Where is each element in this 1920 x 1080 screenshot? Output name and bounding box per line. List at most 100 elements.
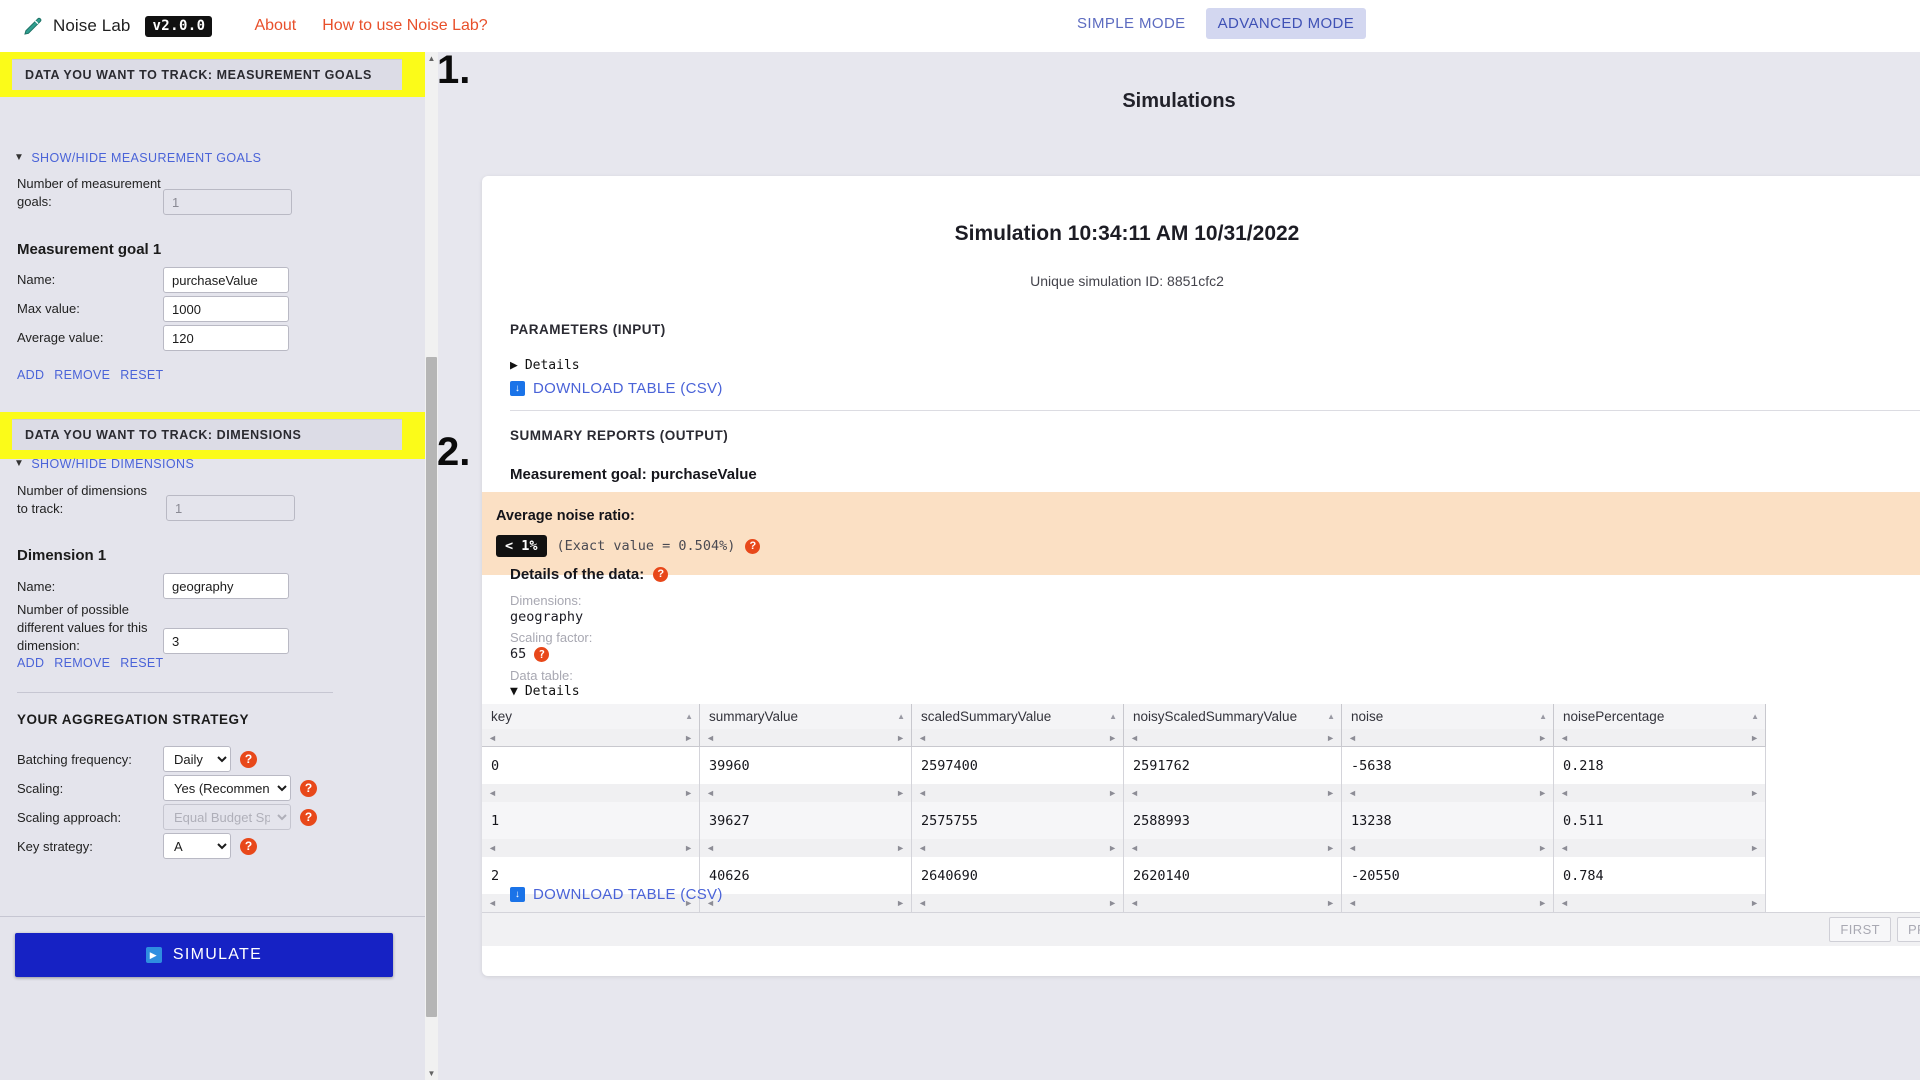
- reset-dimension-button[interactable]: RESET: [120, 656, 163, 670]
- sort-ascending-icon[interactable]: ▲: [1327, 712, 1335, 721]
- scroll-left-icon[interactable]: ◄: [1130, 788, 1139, 798]
- scroll-left-icon[interactable]: ◄: [706, 733, 715, 743]
- column-scroll-noisePercentage[interactable]: ◄ ►: [1554, 729, 1766, 747]
- cell-scroll-noisePercentage[interactable]: ◄ ►: [1554, 894, 1766, 912]
- select-scaling-approach[interactable]: Equal Budget Split: [163, 804, 291, 830]
- sort-ascending-icon[interactable]: ▲: [685, 712, 693, 721]
- table-header-noisyScaledSummaryValue[interactable]: noisyScaledSummaryValue ▲: [1124, 704, 1342, 729]
- scroll-left-icon[interactable]: ◄: [918, 733, 927, 743]
- toggle-dimensions[interactable]: ▼ SHOW/HIDE DIMENSIONS: [14, 457, 194, 471]
- cell-scroll-noisyScaledSummaryValue[interactable]: ◄ ►: [1124, 894, 1342, 912]
- data-table-details-toggle[interactable]: ▼ Details: [510, 684, 580, 699]
- add-dimension-button[interactable]: ADD: [17, 656, 44, 670]
- remove-dimension-button[interactable]: REMOVE: [54, 656, 110, 670]
- scroll-left-icon[interactable]: ◄: [918, 843, 927, 853]
- scroll-left-icon[interactable]: ◄: [1348, 788, 1357, 798]
- cell-scroll-noisePercentage[interactable]: ◄ ►: [1554, 784, 1766, 802]
- mode-simple[interactable]: SIMPLE MODE: [1065, 8, 1198, 39]
- reset-measurement-goal-button[interactable]: RESET: [120, 368, 163, 382]
- scroll-right-icon[interactable]: ►: [1750, 898, 1759, 908]
- sidebar-scrollbar-thumb[interactable]: [426, 357, 437, 1017]
- scroll-left-icon[interactable]: ◄: [1130, 898, 1139, 908]
- scroll-right-icon[interactable]: ►: [896, 843, 905, 853]
- scroll-right-icon[interactable]: ►: [1326, 843, 1335, 853]
- sort-ascending-icon[interactable]: ▲: [1539, 712, 1547, 721]
- simulate-button[interactable]: ▶ SIMULATE: [15, 933, 393, 977]
- add-measurement-goal-button[interactable]: ADD: [17, 368, 44, 382]
- select-scaling[interactable]: Yes (Recommended): [163, 775, 291, 801]
- input-dimension-name[interactable]: [163, 573, 289, 599]
- scroll-left-icon[interactable]: ◄: [1560, 898, 1569, 908]
- scroll-right-icon[interactable]: ►: [1326, 733, 1335, 743]
- table-header-scaledSummaryValue[interactable]: scaledSummaryValue ▲: [912, 704, 1124, 729]
- select-key-strategy[interactable]: A: [163, 833, 231, 859]
- scroll-right-icon[interactable]: ►: [896, 788, 905, 798]
- parameters-details-toggle[interactable]: ▶ Details: [510, 358, 580, 373]
- scroll-down-icon[interactable]: ▼: [425, 1067, 438, 1080]
- table-header-key[interactable]: key ▲: [482, 704, 700, 729]
- table-row-scrollbars[interactable]: ◄ ► ◄ ► ◄ ► ◄ ► ◄ ► ◄ ►: [482, 784, 1920, 802]
- scroll-right-icon[interactable]: ►: [684, 788, 693, 798]
- scroll-left-icon[interactable]: ◄: [1348, 898, 1357, 908]
- scroll-left-icon[interactable]: ◄: [1348, 843, 1357, 853]
- nav-link-about[interactable]: About: [254, 17, 296, 35]
- cell-scroll-noise[interactable]: ◄ ►: [1342, 784, 1554, 802]
- cell-scroll-noisyScaledSummaryValue[interactable]: ◄ ►: [1124, 784, 1342, 802]
- sidebar-scrollbar[interactable]: ▲ ▼: [425, 52, 438, 1080]
- column-scroll-scaledSummaryValue[interactable]: ◄ ►: [912, 729, 1124, 747]
- cell-scroll-summaryValue[interactable]: ◄ ►: [700, 839, 912, 857]
- input-dimension-possible-values[interactable]: [163, 628, 289, 654]
- toggle-measurement-goals[interactable]: ▼ SHOW/HIDE MEASUREMENT GOALS: [14, 151, 261, 165]
- scroll-right-icon[interactable]: ►: [1538, 733, 1547, 743]
- help-icon-batching-frequency[interactable]: ?: [240, 750, 257, 768]
- column-scroll-summaryValue[interactable]: ◄ ►: [700, 729, 912, 747]
- cell-scroll-noisyScaledSummaryValue[interactable]: ◄ ►: [1124, 839, 1342, 857]
- nav-link-how-to-use[interactable]: How to use Noise Lab?: [322, 17, 487, 35]
- cell-scroll-scaledSummaryValue[interactable]: ◄ ►: [912, 839, 1124, 857]
- cell-scroll-noise[interactable]: ◄ ►: [1342, 894, 1554, 912]
- help-icon-noise-ratio[interactable]: ?: [745, 538, 761, 554]
- scroll-right-icon[interactable]: ►: [1538, 843, 1547, 853]
- table-download-csv-link[interactable]: ↓ DOWNLOAD TABLE (CSV): [510, 886, 723, 903]
- cell-scroll-key[interactable]: ◄ ►: [482, 784, 700, 802]
- column-scroll-noisyScaledSummaryValue[interactable]: ◄ ►: [1124, 729, 1342, 747]
- scroll-right-icon[interactable]: ►: [896, 898, 905, 908]
- cell-scroll-summaryValue[interactable]: ◄ ►: [700, 784, 912, 802]
- scroll-left-icon[interactable]: ◄: [1130, 733, 1139, 743]
- input-goal-max-value[interactable]: [163, 296, 289, 322]
- sort-ascending-icon[interactable]: ▲: [1109, 712, 1117, 721]
- scroll-left-icon[interactable]: ◄: [488, 898, 497, 908]
- column-scroll-noise[interactable]: ◄ ►: [1342, 729, 1554, 747]
- column-scroll-key[interactable]: ◄ ►: [482, 729, 700, 747]
- parameters-download-csv-link[interactable]: ↓ DOWNLOAD TABLE (CSV): [510, 380, 723, 397]
- mode-advanced[interactable]: ADVANCED MODE: [1205, 8, 1367, 39]
- cell-scroll-summaryValue[interactable]: ◄ ►: [700, 894, 912, 912]
- scroll-left-icon[interactable]: ◄: [706, 788, 715, 798]
- scroll-right-icon[interactable]: ►: [1750, 733, 1759, 743]
- input-number-of-measurement-goals[interactable]: [163, 189, 292, 215]
- pagination-first-button[interactable]: FIRST: [1829, 917, 1891, 942]
- input-goal-average-value[interactable]: [163, 325, 289, 351]
- cell-scroll-scaledSummaryValue[interactable]: ◄ ►: [912, 784, 1124, 802]
- scroll-left-icon[interactable]: ◄: [1560, 788, 1569, 798]
- cell-scroll-noisePercentage[interactable]: ◄ ►: [1554, 839, 1766, 857]
- scroll-right-icon[interactable]: ►: [1538, 898, 1547, 908]
- help-icon-scaling[interactable]: ?: [300, 779, 317, 797]
- table-row[interactable]: 0 39960 2597400 2591762 -5638 0.218: [482, 747, 1920, 784]
- table-row[interactable]: 1 39627 2575755 2588993 13238 0.511: [482, 802, 1920, 839]
- scroll-right-icon[interactable]: ►: [1108, 843, 1117, 853]
- scroll-right-icon[interactable]: ►: [684, 733, 693, 743]
- cell-scroll-scaledSummaryValue[interactable]: ◄ ►: [912, 894, 1124, 912]
- sort-ascending-icon[interactable]: ▲: [897, 712, 905, 721]
- scroll-right-icon[interactable]: ►: [1750, 843, 1759, 853]
- scroll-left-icon[interactable]: ◄: [1560, 843, 1569, 853]
- scroll-left-icon[interactable]: ◄: [488, 843, 497, 853]
- table-header-noise[interactable]: noise ▲: [1342, 704, 1554, 729]
- help-icon-scaling-factor[interactable]: ?: [534, 646, 550, 662]
- cell-scroll-noise[interactable]: ◄ ►: [1342, 839, 1554, 857]
- scroll-left-icon[interactable]: ◄: [706, 843, 715, 853]
- table-header-summaryValue[interactable]: summaryValue ▲: [700, 704, 912, 729]
- sort-ascending-icon[interactable]: ▲: [1751, 712, 1759, 721]
- select-batching-frequency[interactable]: Daily: [163, 746, 231, 772]
- scroll-right-icon[interactable]: ►: [896, 733, 905, 743]
